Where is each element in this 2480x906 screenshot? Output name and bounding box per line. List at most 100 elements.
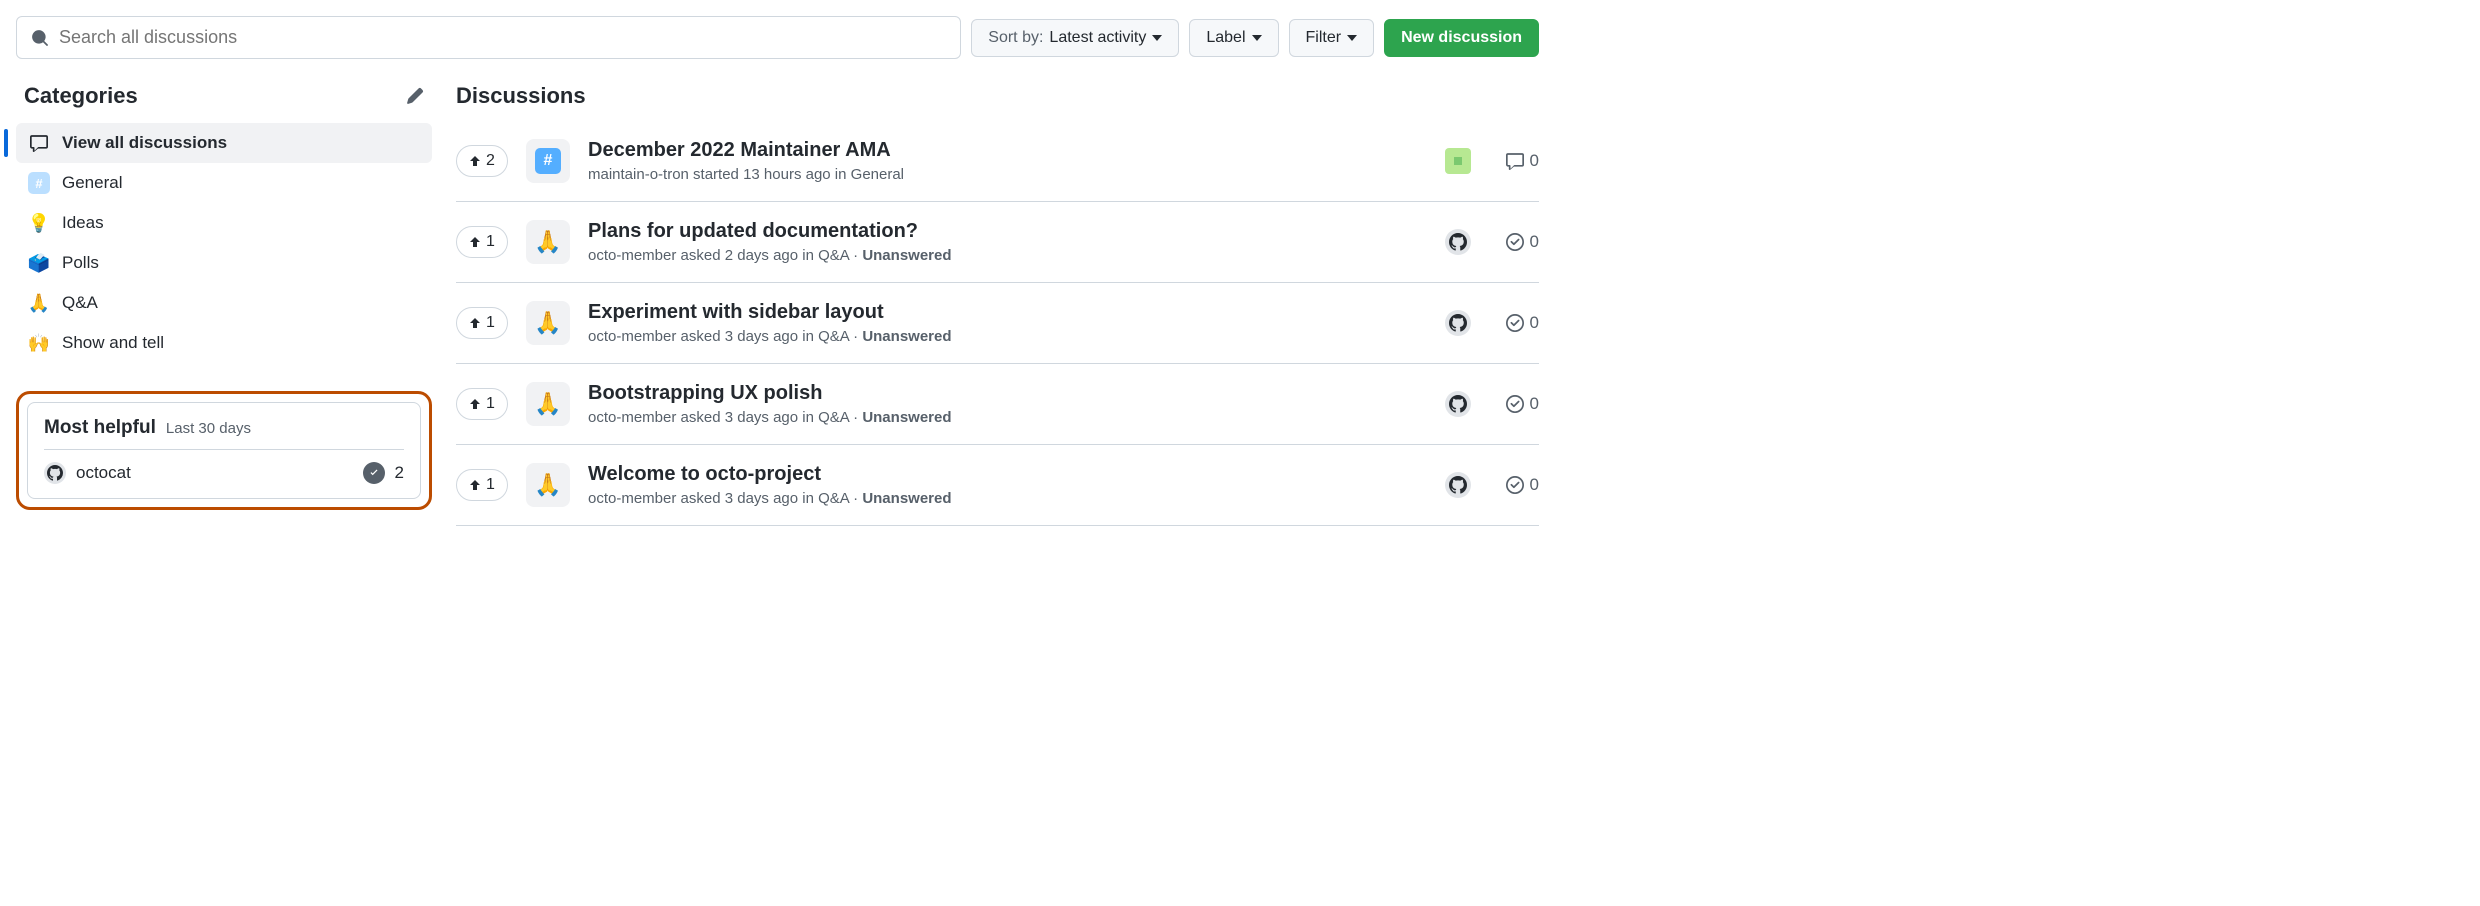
sort-value: Latest activity xyxy=(1049,29,1146,47)
discussion-row: 1 🙏 Plans for updated documentation? octo-m… xyxy=(456,202,1539,283)
comment-count[interactable]: 0 xyxy=(1489,394,1539,414)
comment-count-value: 0 xyxy=(1530,313,1539,333)
discussion-title[interactable]: Experiment with sidebar layout xyxy=(588,301,1427,324)
sidebar-item-label: Ideas xyxy=(62,213,104,233)
search-box[interactable] xyxy=(16,16,961,59)
author-avatar[interactable] xyxy=(1445,148,1471,174)
upvote-count: 1 xyxy=(486,476,495,494)
author-avatar[interactable] xyxy=(1445,472,1471,498)
upvote-button[interactable]: 1 xyxy=(456,226,508,258)
sidebar-item-label: General xyxy=(62,173,122,193)
most-helpful-panel: Most helpful Last 30 days octocat 2 xyxy=(16,391,432,510)
emoji-icon: 🙏 xyxy=(28,292,50,314)
discussion-row: 1🙏Welcome to octo-projectocto-member ask… xyxy=(456,445,1539,526)
sidebar-item-general[interactable]: # General xyxy=(16,163,432,203)
comment-count-value: 0 xyxy=(1530,232,1539,252)
upvote-button[interactable]: 1 xyxy=(456,469,508,501)
sidebar-item-label: Polls xyxy=(62,253,99,273)
sidebar-item-label: View all discussions xyxy=(62,133,227,153)
upvote-button[interactable]: 2 xyxy=(456,145,508,177)
sort-prefix: Sort by: xyxy=(988,29,1043,47)
comment-count[interactable]: 0 xyxy=(1489,475,1539,495)
category-pray-icon: 🙏 xyxy=(526,301,570,345)
categories-title: Categories xyxy=(24,83,138,109)
arrow-up-icon xyxy=(469,155,481,167)
discussion-meta: octo-member asked 3 days ago in Q&A · Un… xyxy=(588,490,1427,507)
upvote-count: 1 xyxy=(486,314,495,332)
author-avatar[interactable] xyxy=(1445,391,1471,417)
discussion-status: Unanswered xyxy=(862,247,951,264)
category-pray-icon: 🙏 xyxy=(526,220,570,264)
hash-icon: # xyxy=(28,172,50,194)
discussions-title: Discussions xyxy=(456,83,1539,121)
most-helpful-user-row[interactable]: octocat 2 xyxy=(44,462,404,484)
category-hash-icon: # xyxy=(526,139,570,183)
upvote-count: 1 xyxy=(486,233,495,251)
discussion-title[interactable]: Plans for updated documentation? xyxy=(588,220,1427,243)
comment-icon xyxy=(1506,152,1524,170)
comment-count-value: 0 xyxy=(1530,475,1539,495)
discussion-status: Unanswered xyxy=(862,490,951,507)
most-helpful-count: 2 xyxy=(395,463,404,483)
arrow-up-icon xyxy=(469,398,481,410)
upvote-count: 2 xyxy=(486,152,495,170)
check-circle-icon xyxy=(1506,395,1524,413)
discussion-row: 1 🙏 Experiment with sidebar layout octo-mem… xyxy=(456,283,1539,364)
author-avatar[interactable] xyxy=(1445,229,1471,255)
sidebar-item-label: Show and tell xyxy=(62,333,164,353)
discussion-title[interactable]: Welcome to octo-project xyxy=(588,463,1427,486)
chevron-down-icon xyxy=(1252,35,1262,41)
label-button-text: Label xyxy=(1206,29,1245,47)
discussion-row: 1 🙏 Bootstrapping UX polish octo-member ask… xyxy=(456,364,1539,445)
new-discussion-button[interactable]: New discussion xyxy=(1384,19,1539,57)
avatar xyxy=(44,462,66,484)
sidebar-item-ideas[interactable]: 💡 Ideas xyxy=(16,203,432,243)
arrow-up-icon xyxy=(469,479,481,491)
chevron-down-icon xyxy=(1152,35,1162,41)
arrow-up-icon xyxy=(469,317,481,329)
discussion-status: Unanswered xyxy=(862,328,951,345)
sidebar-item-show-and-tell[interactable]: 🙌 Show and tell xyxy=(16,323,432,363)
most-helpful-subtitle: Last 30 days xyxy=(166,420,251,437)
check-circle-icon xyxy=(1506,314,1524,332)
search-input[interactable] xyxy=(59,27,946,48)
new-discussion-text: New discussion xyxy=(1401,29,1522,47)
search-icon xyxy=(31,29,49,47)
sort-button[interactable]: Sort by: Latest activity xyxy=(971,19,1179,57)
author-avatar[interactable] xyxy=(1445,310,1471,336)
filter-button-text: Filter xyxy=(1306,29,1342,47)
upvote-button[interactable]: 1 xyxy=(456,307,508,339)
chevron-down-icon xyxy=(1347,35,1357,41)
check-badge-icon xyxy=(363,462,385,484)
discussion-title[interactable]: Bootstrapping UX polish xyxy=(588,382,1427,405)
most-helpful-username: octocat xyxy=(76,463,353,483)
sidebar-item-q-a[interactable]: 🙏 Q&A xyxy=(16,283,432,323)
comment-count-value: 0 xyxy=(1530,394,1539,414)
sidebar-item-polls[interactable]: 🗳️Polls xyxy=(16,243,432,283)
most-helpful-title: Most helpful xyxy=(44,417,156,439)
comment-count[interactable]: 0 xyxy=(1489,151,1539,171)
check-circle-icon xyxy=(1506,233,1524,251)
category-pray-icon: 🙏 xyxy=(526,382,570,426)
upvote-count: 1 xyxy=(486,395,495,413)
comment-discussion-icon xyxy=(28,132,50,154)
discussion-meta: octo-member asked 3 days ago in Q&A · Un… xyxy=(588,328,1427,345)
comment-count[interactable]: 0 xyxy=(1489,313,1539,333)
sidebar-item-label: Q&A xyxy=(62,293,98,313)
upvote-button[interactable]: 1 xyxy=(456,388,508,420)
discussion-row: 2#December 2022 Maintainer AMAmaintain-o… xyxy=(456,121,1539,202)
discussion-title[interactable]: December 2022 Maintainer AMA xyxy=(588,139,1427,162)
discussion-meta: octo-member asked 2 days ago in Q&A · Un… xyxy=(588,247,1427,264)
arrow-up-icon xyxy=(469,236,481,248)
comment-count[interactable]: 0 xyxy=(1489,232,1539,252)
check-circle-icon xyxy=(1506,476,1524,494)
edit-categories-icon[interactable] xyxy=(406,87,424,105)
sidebar-item-view-all-discussions[interactable]: View all discussions xyxy=(16,123,432,163)
filter-button[interactable]: Filter xyxy=(1289,19,1375,57)
label-button[interactable]: Label xyxy=(1189,19,1278,57)
emoji-icon: 💡 xyxy=(28,212,50,234)
comment-count-value: 0 xyxy=(1530,151,1539,171)
discussion-meta: octo-member asked 3 days ago in Q&A · Un… xyxy=(588,409,1427,426)
discussion-status: Unanswered xyxy=(862,409,951,426)
emoji-icon: 🙌 xyxy=(28,332,50,354)
